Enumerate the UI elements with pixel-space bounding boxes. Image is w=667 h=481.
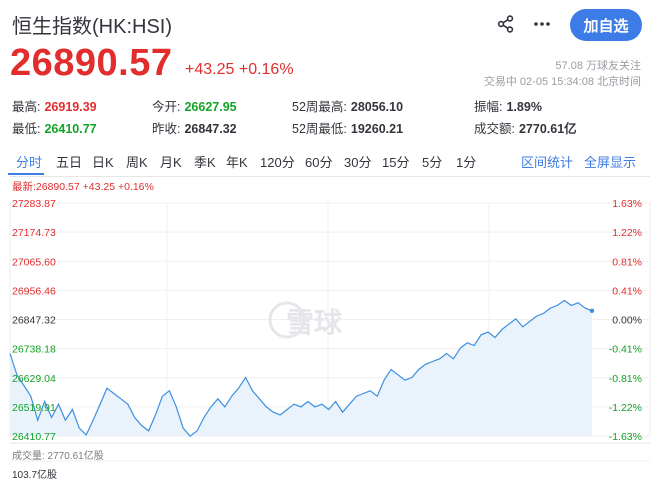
y-tick-label-left: 26519.91 bbox=[12, 402, 56, 414]
watermark-text: 雪球 bbox=[286, 307, 343, 338]
intraday-chart: 雪球 27283.87 1.63% 27174.73 1.22% 27065.60 0.81… bbox=[9, 198, 651, 462]
y-tick-label-right: 0.81% bbox=[612, 256, 642, 268]
y-tick-label-left: 26847.32 bbox=[12, 315, 56, 327]
volume-label: 成交量: 2770.61亿股 bbox=[12, 451, 104, 462]
volume-max-label: 103.7亿股 bbox=[12, 470, 58, 481]
y-tick-label-right: 1.22% bbox=[612, 227, 642, 239]
y-tick-label-left: 27283.87 bbox=[12, 198, 56, 210]
y-tick-label-left: 26738.18 bbox=[12, 344, 56, 356]
y-tick-label-right: -0.81% bbox=[609, 373, 642, 385]
y-tick-label-left: 26629.04 bbox=[12, 373, 56, 385]
y-tick-label-left: 27174.73 bbox=[12, 227, 56, 239]
last-point bbox=[589, 308, 595, 313]
y-tick-label-right: -1.22% bbox=[609, 402, 642, 414]
y-tick-label-left: 26956.46 bbox=[12, 285, 56, 297]
y-tick-label-right: 1.63% bbox=[612, 198, 642, 210]
y-tick-label-right: 0.00% bbox=[612, 315, 642, 327]
y-tick-label-right: 0.41% bbox=[612, 285, 642, 297]
y-tick-label-left: 27065.60 bbox=[12, 256, 56, 268]
y-tick-label-right: -1.63% bbox=[609, 431, 642, 443]
y-tick-label-right: -0.41% bbox=[609, 344, 642, 356]
y-tick-label-left: 26410.77 bbox=[12, 431, 56, 443]
